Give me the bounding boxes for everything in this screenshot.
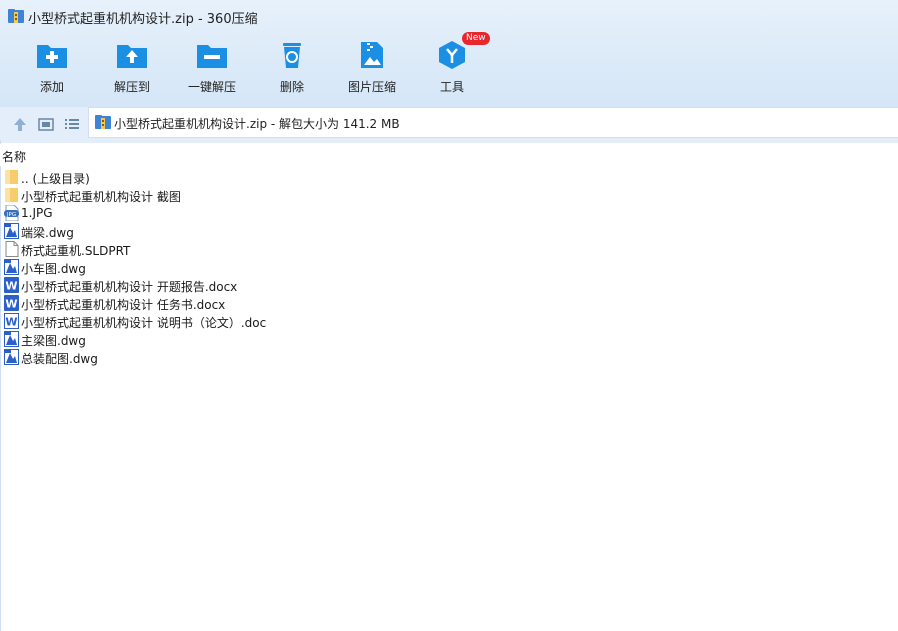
one-click-extract-button[interactable]: 一键解压 (172, 36, 252, 102)
path-field[interactable]: 小型桥式起重机机构设计.zip - 解包大小为 141.2 MB (88, 107, 898, 138)
column-header-name[interactable]: 名称 (0, 144, 898, 166)
extract-to-label: 解压到 (113, 80, 150, 94)
list-item[interactable]: 小车图.dwg (0, 258, 898, 276)
word-doc-icon: W (4, 277, 19, 293)
delete-button[interactable]: 删除 (252, 36, 332, 102)
file-name: 小型桥式起重机机构设计 截图 (21, 190, 181, 204)
image-compress-icon (361, 42, 383, 68)
archive-icon (8, 9, 24, 23)
file-name: 小型桥式起重机机构设计 开题报告.docx (21, 280, 238, 294)
path-text: 小型桥式起重机机构设计.zip - 解包大小为 141.2 MB (114, 117, 400, 131)
list-item[interactable]: JPG 1.JPG (0, 204, 898, 222)
delete-icon (283, 43, 301, 68)
extract-to-icon (117, 45, 147, 68)
tools-icon (439, 41, 465, 69)
file-name: 端梁.dwg (21, 226, 74, 240)
archive-icon (95, 115, 111, 129)
dwg-file-icon (4, 349, 19, 365)
toolbar: 添加 解压到 一键解压 删除 图片压缩 New 工具 (0, 32, 898, 102)
folder-icon (5, 188, 18, 202)
file-list: .. (上级目录) 小型桥式起重机机构设计 截图 JPG 1.JPG 端梁.dw… (0, 168, 898, 631)
list-item[interactable]: W 小型桥式起重机机构设计 说明书（论文）.doc (0, 312, 898, 330)
tools-label: 工具 (439, 80, 464, 94)
list-item[interactable]: 主梁图.dwg (0, 330, 898, 348)
svg-text:W: W (5, 316, 17, 329)
list-view-icon[interactable] (63, 115, 81, 133)
new-badge: New (462, 32, 490, 45)
thumbnail-view-icon[interactable] (37, 115, 55, 133)
list-item[interactable]: W 小型桥式起重机机构设计 开题报告.docx (0, 276, 898, 294)
file-name: 主梁图.dwg (21, 334, 86, 348)
one-click-extract-icon (197, 45, 227, 68)
dwg-file-icon (4, 223, 19, 239)
file-name: .. (上级目录) (21, 172, 90, 186)
dwg-file-icon (4, 259, 19, 275)
list-item[interactable]: W 小型桥式起重机机构设计 任务书.docx (0, 294, 898, 312)
tools-button[interactable]: New 工具 (412, 32, 492, 102)
file-name: 桥式起重机.SLDPRT (21, 244, 131, 258)
file-name: 1.JPG (21, 206, 53, 220)
image-compress-button[interactable]: 图片压缩 (332, 36, 412, 102)
list-item[interactable]: 小型桥式起重机机构设计 截图 (0, 186, 898, 204)
list-item[interactable]: .. (上级目录) (0, 168, 898, 186)
one-click-extract-label: 一键解压 (187, 80, 236, 94)
title-bar: 小型桥式起重机机构设计.zip - 360压缩 (0, 0, 898, 32)
folder-icon (5, 170, 18, 184)
svg-text:W: W (5, 298, 17, 311)
word-doc-icon: W (4, 295, 19, 311)
file-name: 小车图.dwg (21, 262, 86, 276)
list-item[interactable]: 总装配图.dwg (0, 348, 898, 366)
file-name: 小型桥式起重机机构设计 任务书.docx (21, 298, 226, 312)
file-name: 总装配图.dwg (21, 352, 98, 366)
svg-text:W: W (5, 280, 17, 293)
extract-to-button[interactable]: 解压到 (92, 36, 172, 102)
jpg-file-icon: JPG (4, 205, 19, 221)
window-title: 小型桥式起重机机构设计.zip - 360压缩 (28, 12, 258, 27)
image-compress-label: 图片压缩 (347, 80, 396, 94)
dwg-file-icon (4, 331, 19, 347)
column-name-label: 名称 (2, 150, 27, 164)
add-label: 添加 (39, 80, 64, 94)
word-doc-icon: W (4, 313, 19, 329)
svg-text:JPG: JPG (6, 212, 16, 218)
delete-label: 删除 (279, 80, 304, 94)
file-name: 小型桥式起重机机构设计 说明书（论文）.doc (21, 316, 267, 330)
add-folder-icon (37, 45, 67, 68)
address-bar: 小型桥式起重机机构设计.zip - 解包大小为 141.2 MB (0, 107, 898, 143)
list-item[interactable]: 端梁.dwg (0, 222, 898, 240)
file-icon (5, 241, 19, 257)
up-arrow-icon[interactable] (11, 115, 29, 133)
list-item[interactable]: 桥式起重机.SLDPRT (0, 240, 898, 258)
add-button[interactable]: 添加 (12, 36, 92, 102)
